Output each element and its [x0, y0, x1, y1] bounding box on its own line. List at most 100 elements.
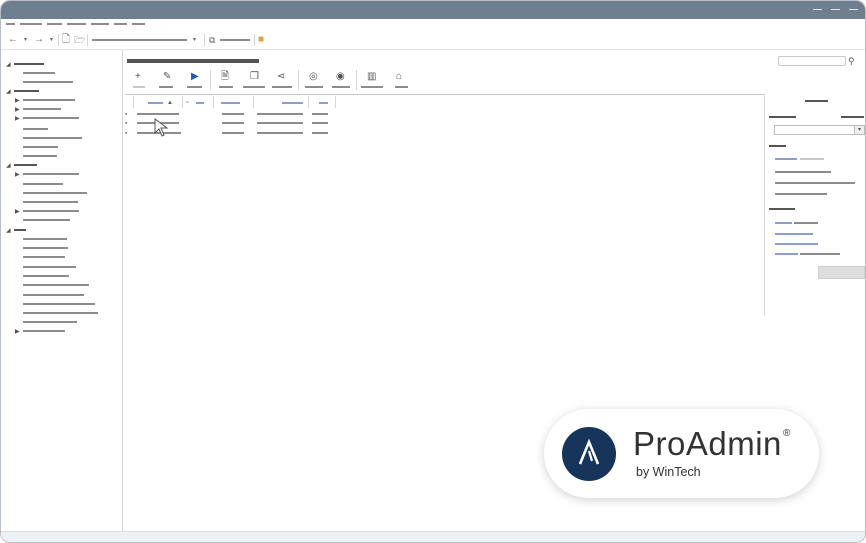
tree-item[interactable]: [23, 81, 73, 83]
columns-icon[interactable]: ▥: [367, 72, 376, 82]
collapse-icon[interactable]: ▶: [15, 98, 20, 104]
column-header-status[interactable]: [221, 102, 240, 104]
maximize-button[interactable]: [831, 9, 840, 10]
tree-item[interactable]: [23, 72, 55, 74]
minimize-button[interactable]: [813, 9, 822, 10]
panel-link[interactable]: [775, 158, 797, 160]
column-header-type[interactable]: [196, 102, 204, 104]
table-cell[interactable]: [312, 113, 328, 115]
copy-label[interactable]: [243, 86, 265, 88]
show-icon[interactable]: ◉: [336, 72, 345, 82]
tree-item[interactable]: [23, 275, 69, 277]
address-combo[interactable]: [92, 39, 187, 41]
add-icon[interactable]: +: [135, 72, 141, 82]
menu-item-1[interactable]: [6, 23, 15, 25]
menu-item-6[interactable]: [114, 23, 127, 25]
tree-item[interactable]: [23, 155, 57, 157]
new-document-icon[interactable]: 🗋: [62, 33, 70, 47]
table-cell[interactable]: [222, 122, 244, 124]
back-arrow-icon[interactable]: ←: [8, 33, 18, 47]
tree-group-1[interactable]: [14, 63, 44, 65]
tree-item[interactable]: [23, 266, 76, 268]
tree-item[interactable]: [23, 294, 84, 296]
table-cell[interactable]: [257, 132, 303, 134]
hide-icon[interactable]: ◎: [309, 72, 318, 82]
open-folder-icon[interactable]: 🗁: [74, 33, 85, 47]
filter-icon[interactable]: ▫: [186, 98, 188, 108]
chevron-down-icon[interactable]: ▾: [854, 125, 865, 135]
sort-ascending-icon[interactable]: ▲: [167, 98, 173, 108]
panel-section-action[interactable]: [841, 116, 864, 118]
collapse-icon[interactable]: ▶: [15, 116, 20, 122]
table-cell[interactable]: [257, 113, 303, 115]
tree-item[interactable]: [23, 173, 79, 175]
panel-link[interactable]: [775, 233, 813, 235]
column-header-date[interactable]: [319, 102, 328, 104]
tree-item[interactable]: [23, 312, 98, 314]
address-dropdown-icon[interactable]: ▾: [193, 33, 196, 47]
run-label[interactable]: [187, 86, 202, 88]
tree-item[interactable]: [23, 210, 79, 212]
tree-group-3[interactable]: [14, 164, 37, 166]
collapse-icon[interactable]: ▶: [15, 209, 20, 215]
edit-label[interactable]: [159, 86, 173, 88]
report-icon[interactable]: 🗎: [221, 72, 229, 82]
menu-item-3[interactable]: [47, 23, 62, 25]
menu-item-2[interactable]: [20, 23, 42, 25]
comment-icon[interactable]: ■: [258, 33, 264, 47]
edit-icon[interactable]: ✎: [163, 72, 171, 82]
copy-icon[interactable]: ❐: [250, 72, 259, 82]
close-button[interactable]: [849, 9, 858, 10]
tree-item[interactable]: [23, 219, 70, 221]
tree-item[interactable]: [23, 108, 61, 110]
table-cell[interactable]: [137, 113, 179, 115]
table-cell[interactable]: [312, 122, 328, 124]
collapse-icon[interactable]: ▶: [15, 107, 20, 113]
tag-label[interactable]: [395, 86, 408, 88]
collapse-icon[interactable]: ▶: [15, 172, 20, 178]
expand-icon[interactable]: ◢: [6, 62, 11, 68]
panel-link[interactable]: [775, 253, 798, 255]
tree-item[interactable]: [23, 183, 63, 185]
panel-link[interactable]: [775, 243, 818, 245]
panel-link[interactable]: [775, 222, 792, 224]
run-icon[interactable]: ▶: [191, 72, 199, 82]
search-input[interactable]: [778, 56, 846, 66]
collapse-icon[interactable]: ▶: [15, 329, 20, 335]
tree-group-2[interactable]: [14, 90, 39, 92]
clipboard-icon[interactable]: ⧉: [209, 33, 215, 47]
tree-item[interactable]: [23, 238, 67, 240]
search-icon[interactable]: ⚲: [848, 56, 855, 66]
clipboard-label[interactable]: [220, 39, 250, 41]
expand-icon[interactable]: ◢: [6, 89, 11, 95]
row-marker[interactable]: ●: [125, 120, 127, 126]
hide-label[interactable]: [305, 86, 323, 88]
tag-icon[interactable]: ⌂: [396, 72, 402, 82]
table-cell[interactable]: [222, 132, 244, 134]
tree-item[interactable]: [23, 330, 65, 332]
menu-item-5[interactable]: [91, 23, 109, 25]
show-label[interactable]: [332, 86, 350, 88]
report-label[interactable]: [219, 86, 233, 88]
columns-label[interactable]: [361, 86, 383, 88]
tree-item[interactable]: [23, 256, 65, 258]
table-cell[interactable]: [222, 113, 244, 115]
expand-icon[interactable]: ◢: [6, 228, 11, 234]
tree-item[interactable]: [23, 117, 79, 119]
tree-item[interactable]: [23, 99, 75, 101]
tree-item[interactable]: [23, 303, 95, 305]
tree-item[interactable]: [23, 247, 68, 249]
tree-group-4[interactable]: [14, 229, 26, 231]
back-dropdown-icon[interactable]: ▾: [24, 33, 27, 47]
table-cell[interactable]: [312, 132, 328, 134]
share-icon[interactable]: ⋖: [277, 72, 285, 82]
tree-item[interactable]: [23, 128, 48, 130]
tree-item[interactable]: [23, 137, 82, 139]
table-cell[interactable]: [257, 122, 303, 124]
tree-item[interactable]: [23, 146, 58, 148]
expand-icon[interactable]: ◢: [6, 163, 11, 169]
forward-arrow-icon[interactable]: →: [34, 33, 44, 47]
panel-apply-button[interactable]: [818, 266, 865, 279]
tree-item[interactable]: [23, 284, 89, 286]
row-marker[interactable]: ●: [125, 111, 127, 117]
